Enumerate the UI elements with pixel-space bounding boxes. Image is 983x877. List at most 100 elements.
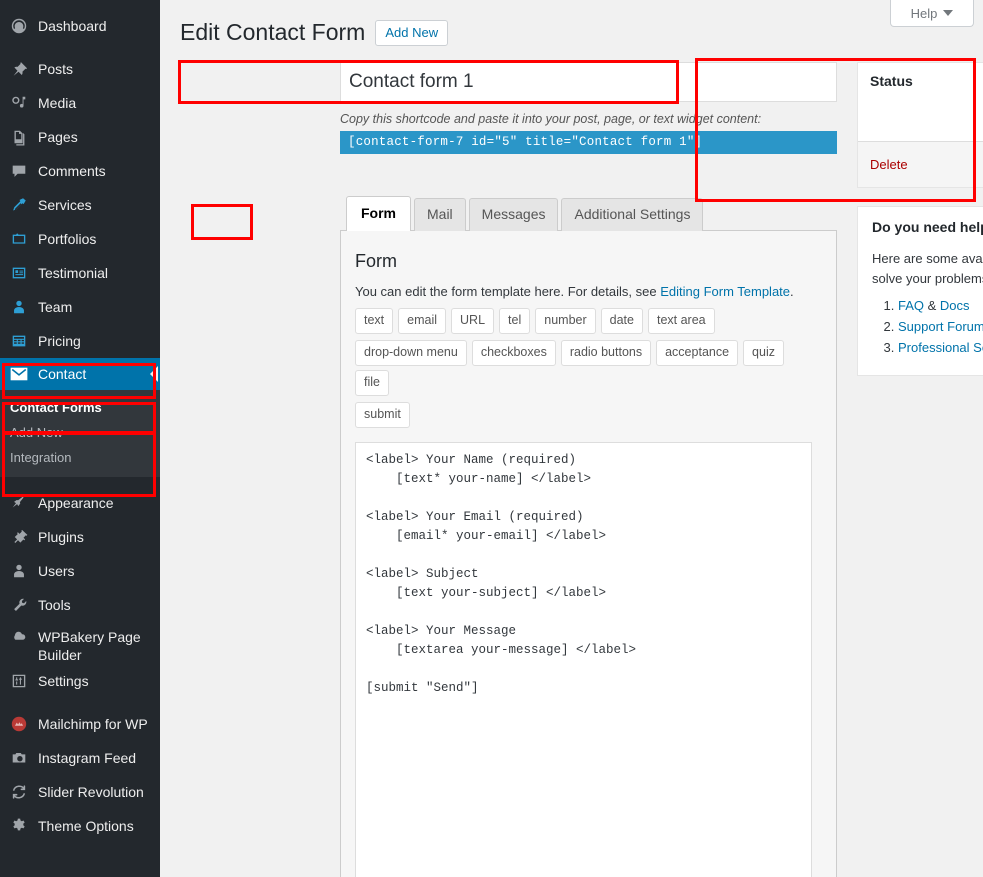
pages-icon: [9, 127, 29, 147]
tag-generator-row-3: submit: [355, 401, 822, 428]
faq-link[interactable]: FAQ: [898, 298, 924, 313]
sidebar-item-media[interactable]: Media: [0, 86, 160, 120]
sidebar-item-services[interactable]: Services: [0, 188, 160, 222]
tag-button-number[interactable]: number: [535, 307, 596, 334]
submenu-item-contact-forms[interactable]: Contact Forms: [0, 395, 160, 420]
sidebar-item-pricing[interactable]: Pricing: [0, 324, 160, 358]
status-panel-footer: Delete Save: [858, 141, 983, 187]
list-item: Support Forums: [898, 319, 983, 334]
wrench-icon: [9, 595, 29, 615]
post-body-content: Copy this shortcode and paste it into yo…: [340, 62, 837, 877]
plugin-icon: [9, 527, 29, 547]
editing-form-template-link[interactable]: Editing Form Template: [660, 284, 790, 299]
submenu-item-integration[interactable]: Integration: [0, 445, 160, 470]
dashboard-icon: [9, 16, 29, 36]
sidebar-item-settings[interactable]: Settings: [0, 664, 160, 698]
pricing-table-icon: [9, 331, 29, 351]
tag-button-radio-buttons[interactable]: radio buttons: [560, 339, 652, 366]
tag-button-date[interactable]: date: [600, 307, 643, 334]
sidebar-item-dashboard[interactable]: Dashboard: [0, 9, 160, 43]
pin-icon: [9, 59, 29, 79]
sidebar-item-contact[interactable]: Contact: [0, 358, 160, 390]
sidebar-item-label: Media: [38, 94, 77, 111]
envelope-icon: [9, 364, 29, 384]
form-template-textarea[interactable]: <label> Your Name (required) [text* your…: [355, 441, 812, 877]
form-panel-heading: Form: [355, 250, 397, 271]
docs-link[interactable]: Docs: [940, 298, 970, 313]
status-panel-title: Status: [870, 73, 913, 89]
sidebar-item-wpbakery-page-builder[interactable]: WPBakery Page Builder: [0, 622, 160, 664]
sidebar-item-label: Theme Options: [38, 818, 134, 835]
sidebar-item-posts[interactable]: Posts: [0, 52, 160, 86]
help-tab-button[interactable]: Help: [890, 0, 974, 27]
tag-button-text[interactable]: text: [355, 307, 394, 334]
sidebar-item-portfolios[interactable]: Portfolios: [0, 222, 160, 256]
chevron-down-icon: [943, 10, 954, 16]
sidebar-item-label: Pricing: [38, 332, 81, 349]
sidebar-item-label: Posts: [38, 60, 74, 77]
contact-submenu: Contact Forms Add New Integration: [0, 390, 160, 477]
comment-icon: [9, 161, 29, 181]
media-icon: [9, 93, 29, 113]
sidebar-item-users[interactable]: Users: [0, 554, 160, 588]
tag-button-url[interactable]: URL: [451, 307, 495, 334]
sidebar-item-slider-revolution[interactable]: Slider Revolution: [0, 775, 160, 809]
support-forums-link[interactable]: Support Forums: [898, 319, 983, 334]
slider-revolution-icon: [9, 782, 29, 802]
help-panel: Do you need help? Here are some availabl…: [857, 206, 983, 376]
faq-docs-separator: &: [924, 298, 940, 313]
shortcode-description: Copy this shortcode and paste it into yo…: [340, 112, 762, 126]
tag-button-quiz[interactable]: quiz: [743, 339, 784, 366]
sidebar-item-label: Team: [38, 298, 73, 315]
tag-button-file[interactable]: file: [355, 369, 389, 396]
sidebar-item-label: Users: [38, 562, 75, 579]
sidebar-item-theme-options[interactable]: Theme Options: [0, 809, 160, 843]
sidebar-item-mailchimp-for-wp[interactable]: Mailchimp for WP: [0, 707, 160, 741]
sidebar-item-tools[interactable]: Tools: [0, 588, 160, 622]
submenu-item-add-new[interactable]: Add New: [0, 420, 160, 445]
description-text-after: .: [790, 283, 794, 299]
tab-messages[interactable]: Messages: [468, 198, 559, 231]
tag-button-acceptance[interactable]: acceptance: [656, 339, 739, 366]
tab-additional-settings[interactable]: Additional Settings: [561, 198, 704, 231]
sidebar-item-appearance[interactable]: Appearance: [0, 486, 160, 520]
shortcode-value[interactable]: [contact-form-7 id="5" title="Contact fo…: [340, 131, 837, 154]
sidebar-item-team[interactable]: Team: [0, 290, 160, 324]
mailchimp-icon: [9, 714, 29, 734]
sidebar-item-label: Mailchimp for WP: [38, 716, 148, 733]
tag-button-tel[interactable]: tel: [499, 307, 531, 334]
tab-mail[interactable]: Mail: [414, 198, 466, 231]
delete-link[interactable]: Delete: [870, 157, 908, 172]
page-title: Edit Contact Form: [180, 19, 366, 45]
sidebar-item-comments[interactable]: Comments: [0, 154, 160, 188]
sidebar-item-plugins[interactable]: Plugins: [0, 520, 160, 554]
gear-icon: [9, 816, 29, 836]
form-title-input[interactable]: [340, 62, 837, 102]
help-panel-body: Here are some available options to help …: [872, 251, 983, 286]
sidebar-item-label: Contact: [38, 365, 87, 382]
tab-form[interactable]: Form: [346, 196, 411, 231]
sidebar-item-label: Pages: [38, 128, 78, 145]
tag-button-email[interactable]: email: [398, 307, 447, 334]
user-icon: [9, 297, 29, 317]
professional-services-link[interactable]: Professional Services: [898, 340, 983, 355]
tag-button-text-area[interactable]: text area: [647, 307, 715, 334]
sidebar-item-pages[interactable]: Pages: [0, 120, 160, 154]
list-item: FAQ & Docs: [898, 298, 983, 313]
tag-button-submit[interactable]: submit: [355, 401, 410, 428]
form-panel-description: You can edit the form template here. For…: [355, 284, 822, 299]
hammer-icon: [9, 195, 29, 215]
appearance-icon: [9, 493, 29, 513]
camera-icon: [9, 748, 29, 768]
tag-generator-row-1: text email URL tel number date text area: [355, 307, 822, 334]
add-new-button[interactable]: Add New: [375, 19, 449, 46]
tag-button-drop-down-menu[interactable]: drop-down menu: [355, 339, 467, 366]
sidebar-item-instagram-feed[interactable]: Instagram Feed: [0, 741, 160, 775]
sidebar-item-label: Settings: [38, 673, 89, 690]
tag-button-checkboxes[interactable]: checkboxes: [471, 339, 556, 366]
status-panel-body: Duplicate: [858, 97, 983, 141]
help-label: Help: [910, 5, 938, 21]
sidebar-item-testimonial[interactable]: Testimonial: [0, 256, 160, 290]
